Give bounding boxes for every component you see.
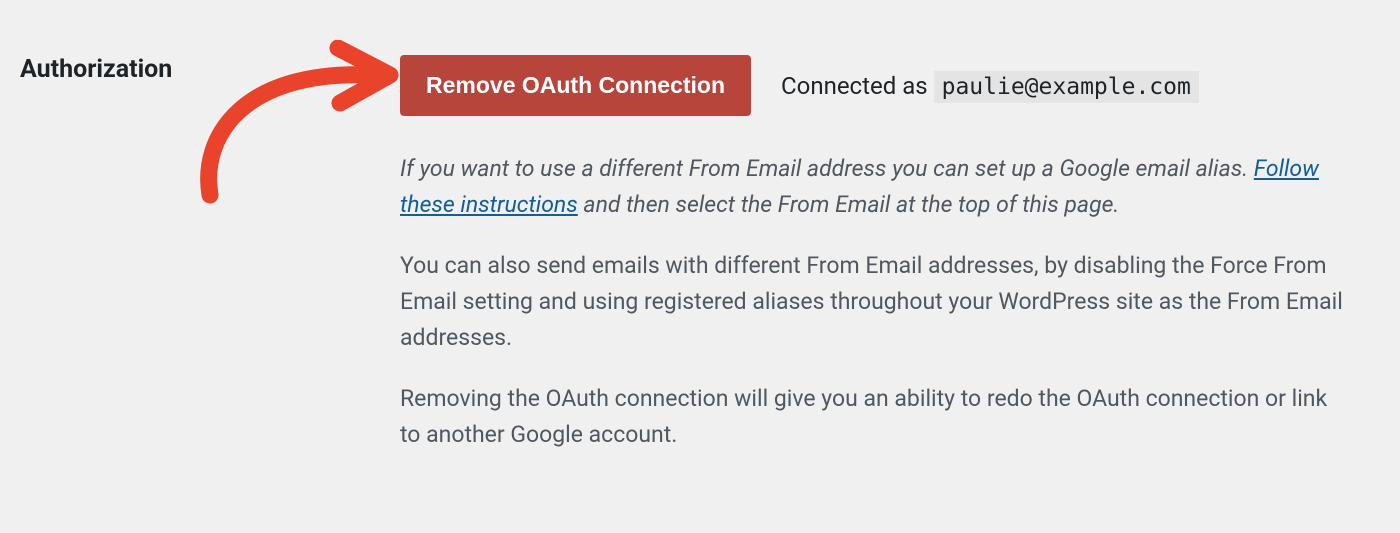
- connected-status: Connected as paulie@example.com: [781, 72, 1199, 100]
- help-paragraph-3: Removing the OAuth connection will give …: [400, 381, 1350, 452]
- help-paragraph-1: If you want to use a different From Emai…: [400, 151, 1350, 222]
- content-column: Remove OAuth Connection Connected as pau…: [400, 55, 1380, 478]
- button-row: Remove OAuth Connection Connected as pau…: [400, 55, 1350, 116]
- label-column: Authorization: [20, 55, 400, 84]
- connected-label: Connected as: [781, 72, 928, 100]
- authorization-row: Authorization Remove OAuth Connection Co…: [20, 55, 1380, 478]
- section-label: Authorization: [20, 55, 400, 84]
- help-paragraph-2: You can also send emails with different …: [400, 248, 1350, 355]
- help-p1-prefix: If you want to use a different From Emai…: [400, 155, 1254, 182]
- remove-oauth-button[interactable]: Remove OAuth Connection: [400, 55, 751, 116]
- help-p1-suffix: and then select the From Email at the to…: [578, 191, 1120, 218]
- connected-email: paulie@example.com: [934, 71, 1199, 103]
